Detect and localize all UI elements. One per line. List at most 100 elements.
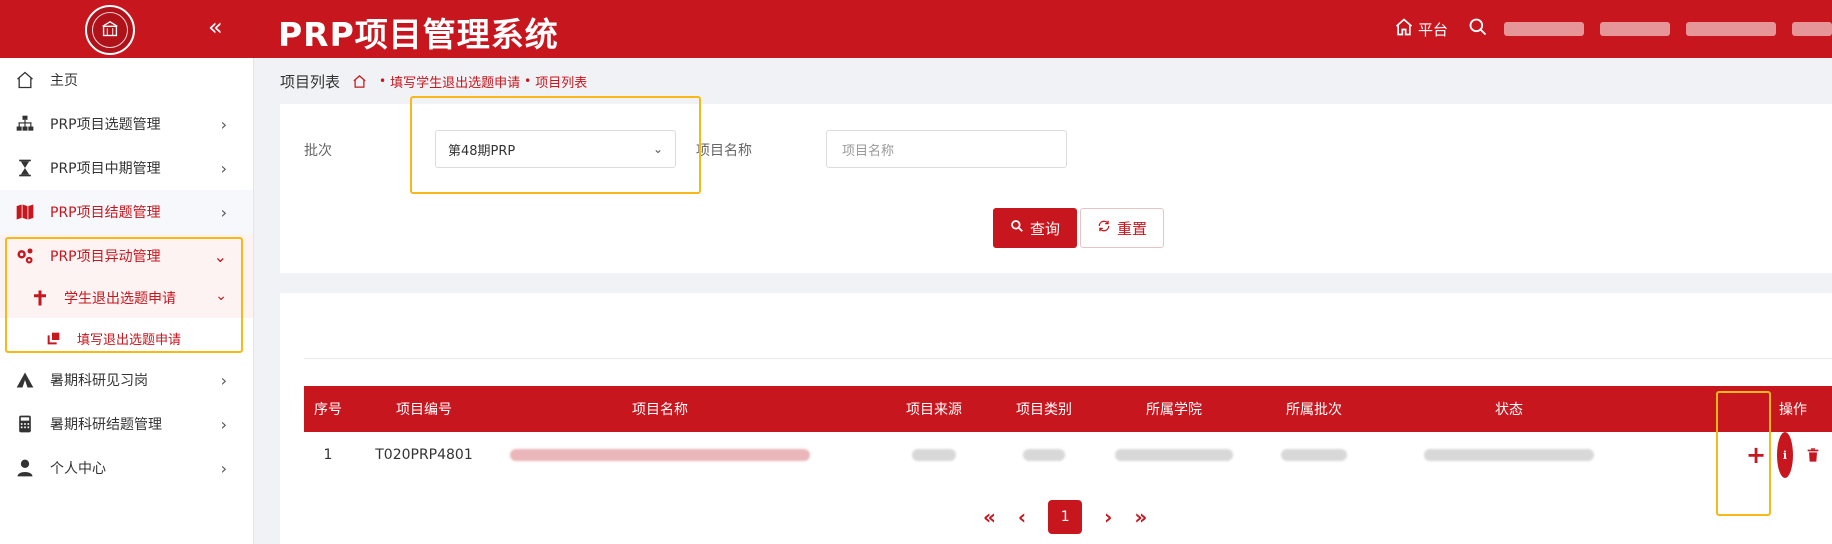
sidebar-item-midterm-management[interactable]: PRP项目中期管理 › [0, 146, 253, 190]
cell-batch [1244, 432, 1384, 478]
redacted-user-info-3 [1686, 22, 1776, 36]
sidebar-subitem-label: 学生退出选题申请 [64, 291, 176, 307]
next-page-icon[interactable]: › [1104, 505, 1112, 529]
sidebar-item-topic-management[interactable]: PRP项目选题管理 › [0, 102, 253, 146]
column-header: 项目类别 [1016, 402, 1072, 418]
chevron-down-icon: ⌄ [652, 142, 663, 156]
delete-button[interactable] [1800, 432, 1826, 478]
sidebar-item-label: 主页 [50, 73, 78, 89]
cell-index: 1 [323, 447, 333, 463]
column-header: 项目名称 [632, 402, 688, 418]
platform-label: 平台 [1417, 20, 1448, 39]
edit-square-icon [45, 329, 63, 347]
batch-select-value: 第48期PRP [448, 143, 516, 159]
cell-college [1104, 432, 1244, 478]
breadcrumb-current: 项目列表 [535, 75, 588, 91]
chevron-right-icon: › [220, 415, 227, 434]
project-name-input[interactable]: 项目名称 [826, 130, 1067, 168]
tent-icon [14, 369, 36, 391]
table-header: 序号 项目编号 项目名称 项目来源 项目类别 所属学院 所属批次 状态 操作 [304, 386, 1832, 432]
cell-project-name [496, 432, 824, 478]
sidebar-subsubitem-label: 填写退出选题申请 [77, 332, 182, 348]
cell-source [884, 432, 984, 478]
top-header: « PRP项目管理系统 平台 [0, 0, 1832, 58]
sidebar-item-label: PRP项目异动管理 [50, 249, 161, 265]
sidebar: 主页 PRP项目选题管理 › PRP项目中期管理 › PRP项目结题管理 › P… [0, 58, 254, 544]
gears-icon [14, 245, 36, 267]
column-header: 项目编号 [396, 402, 452, 418]
hourglass-icon [14, 157, 36, 179]
query-button-label: 查询 [1029, 219, 1060, 238]
university-logo [85, 5, 135, 55]
redacted-user-info-2 [1600, 22, 1670, 36]
chevron-down-icon: ⌄ [213, 247, 227, 266]
project-name-placeholder: 项目名称 [842, 143, 895, 159]
sidebar-subitem-withdraw-application[interactable]: 学生退出选题申请 ⌄ [0, 278, 253, 318]
page-title: 项目列表 [280, 72, 341, 91]
sidebar-item-label: PRP项目结题管理 [50, 205, 161, 221]
sidebar-item-label: 暑期科研见习岗 [50, 373, 148, 389]
home-outline-icon [1394, 17, 1414, 41]
first-page-icon[interactable]: « [983, 505, 996, 529]
column-header: 所属批次 [1286, 402, 1342, 418]
add-button[interactable]: + [1741, 432, 1771, 478]
header-search[interactable] [1468, 17, 1832, 41]
query-button[interactable]: 查询 [993, 208, 1077, 248]
sidebar-subsubitem-fill-withdraw[interactable]: 填写退出选题申请 [0, 318, 253, 358]
plus-icon: + [1745, 441, 1767, 469]
search-panel: 批次 第48期PRP ⌄ 项目名称 项目名称 查询 重置 [280, 104, 1832, 273]
pagination: « ‹ 1 › » [983, 500, 1147, 534]
chevron-right-icon: › [220, 459, 227, 478]
chevron-down-icon: ⌄ [215, 288, 227, 304]
batch-label: 批次 [304, 143, 332, 159]
breadcrumb-separator: • [524, 74, 532, 88]
reset-button[interactable]: 重置 [1080, 208, 1164, 248]
app-title: PRP项目管理系统 [278, 15, 559, 54]
logo-seal-icon [92, 12, 128, 48]
chevron-right-icon: › [220, 115, 227, 134]
table-row: 1 T020PRP4801 + i [304, 432, 1832, 478]
logo-area: « [0, 0, 254, 58]
home-icon[interactable] [352, 74, 367, 89]
breadcrumb-link[interactable]: 填写学生退出选题申请 [390, 72, 520, 91]
map-icon [14, 201, 36, 223]
sidebar-item-label: 个人中心 [50, 461, 106, 477]
column-header: 状态 [1495, 402, 1523, 418]
chevron-right-icon: › [220, 371, 227, 390]
breadcrumb-separator: • [379, 74, 387, 88]
trash-icon [1805, 432, 1821, 478]
cell-code: T020PRP4801 [375, 447, 473, 463]
refresh-icon [1097, 219, 1111, 237]
sidebar-item-closing-management[interactable]: PRP项目结题管理 › [0, 190, 253, 234]
sidebar-item-summer-closing[interactable]: 暑期科研结题管理 › [0, 402, 253, 446]
user-icon [14, 457, 36, 479]
chevron-right-icon: › [220, 203, 227, 222]
platform-link[interactable]: 平台 [1394, 17, 1448, 41]
sidebar-item-label: PRP项目中期管理 [50, 161, 161, 177]
page-number[interactable]: 1 [1048, 500, 1083, 534]
sidebar-item-summer-research[interactable]: 暑期科研见习岗 › [0, 358, 253, 402]
sidebar-item-label: PRP项目选题管理 [50, 117, 161, 133]
info-button[interactable]: i [1772, 432, 1798, 478]
column-header: 项目来源 [906, 402, 962, 418]
sidebar-item-home[interactable]: 主页 [0, 58, 253, 102]
search-icon [1010, 219, 1024, 237]
redacted-user-info [1504, 22, 1584, 36]
column-header: 所属学院 [1146, 402, 1202, 418]
last-page-icon[interactable]: » [1134, 505, 1147, 529]
collapse-sidebar-icon[interactable]: « [208, 13, 223, 41]
chevron-right-icon: › [220, 159, 227, 178]
calculator-icon [14, 413, 36, 435]
sidebar-item-change-management[interactable]: PRP项目异动管理 ⌄ [0, 234, 253, 278]
sidebar-item-label: 暑期科研结题管理 [50, 417, 162, 433]
cell-category [984, 432, 1104, 478]
sitemap-icon [14, 113, 36, 135]
divider [304, 358, 1832, 359]
batch-select[interactable]: 第48期PRP ⌄ [435, 130, 676, 168]
prev-page-icon[interactable]: ‹ [1018, 505, 1026, 529]
info-icon: i [1777, 432, 1793, 478]
sidebar-item-personal-center[interactable]: 个人中心 › [0, 446, 253, 490]
header-actions: 平台 [1394, 0, 1832, 58]
redacted-user-info-4 [1792, 22, 1832, 36]
search-icon [1468, 17, 1488, 41]
